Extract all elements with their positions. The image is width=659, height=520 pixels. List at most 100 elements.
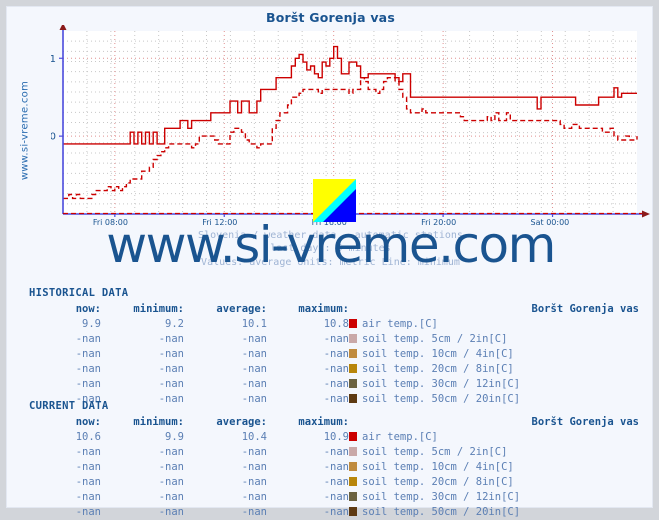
y-axis-arrow-icon (59, 25, 67, 30)
legend-swatch-icon (349, 319, 357, 328)
current-cell-minimum: -nan (158, 491, 184, 503)
historical-cell-now: -nan (75, 333, 101, 345)
historical-data-table: now: minimum: average: maximum: Boršt Gorenj… (29, 302, 639, 407)
legend-label: soil temp. 5cm / 2in[C] (362, 333, 508, 345)
historical-series-label: soil temp. 10cm / 4in[C] (349, 347, 639, 362)
current-cell-minimum: -nan (158, 476, 184, 488)
table-header-row: now: minimum: average: maximum: Boršt Gorenj… (29, 415, 639, 430)
current-cell-now: -nan (75, 461, 101, 473)
current-cell-maximum: -nan (323, 446, 349, 458)
table-row: -nan -nan -nan -nan soil temp. 5cm / 2in[C] (29, 332, 639, 347)
table-row: -nan -nan -nan -nan soil temp. 20cm / 8in[C] (29, 362, 639, 377)
legend-label: air temp.[C] (362, 431, 438, 443)
legend-swatch-icon (349, 507, 357, 516)
current-cell-average: -nan (241, 461, 267, 473)
historical-cell-maximum: 10.8 (323, 318, 349, 330)
current-cell-maximum: -nan (323, 461, 349, 473)
current-data-section: CURRENT DATA now: minimum: average: maximum… (29, 400, 639, 520)
chart-caption: Slovenia / weather data - automatic stat… (7, 229, 654, 269)
current-series-label: soil temp. 5cm / 2in[C] (349, 445, 639, 460)
current-cell-average: -nan (241, 476, 267, 488)
historical-cell-minimum: -nan (158, 378, 184, 390)
historical-section-title: HISTORICAL DATA (29, 287, 129, 299)
current-series-label: soil temp. 50cm / 20in[C] (349, 505, 639, 520)
legend-swatch-icon (349, 492, 357, 501)
legend-label: soil temp. 10cm / 4in[C] (362, 348, 514, 360)
historical-cell-minimum: 9.2 (165, 318, 184, 330)
current-series-label: soil temp. 10cm / 4in[C] (349, 460, 639, 475)
y-tick-label: 11 (51, 54, 56, 65)
current-series-label: soil temp. 30cm / 12in[C] (349, 490, 639, 505)
current-data-table: now: minimum: average: maximum: Boršt Gorenj… (29, 415, 639, 520)
table-row: -nan -nan -nan -nan soil temp. 10cm / 4in[C] (29, 347, 639, 362)
table-row: -nan -nan -nan -nan soil temp. 5cm / 2in[C] (29, 445, 639, 460)
x-tick-label: Fri 12:00 (202, 218, 238, 227)
si-vreme-logo (313, 179, 356, 222)
legend-label: soil temp. 20cm / 8in[C] (362, 363, 514, 375)
historical-cell-maximum: -nan (323, 333, 349, 345)
current-cell-maximum: 10.9 (323, 431, 349, 443)
legend-swatch-icon (349, 477, 357, 486)
historical-cell-average: -nan (241, 348, 267, 360)
historical-series-label: soil temp. 5cm / 2in[C] (349, 332, 639, 347)
table-row: 10.6 9.9 10.4 10.9 air temp.[C] (29, 430, 639, 445)
legend-swatch-icon (349, 334, 357, 343)
historical-col-header-4: Boršt Gorenja vas (531, 303, 639, 315)
legend-label: soil temp. 20cm / 8in[C] (362, 476, 514, 488)
legend-label: soil temp. 30cm / 12in[C] (362, 378, 521, 390)
caption-line-2: last day : 5 minutes (270, 243, 391, 255)
x-tick-label: Fri 08:00 (92, 218, 128, 227)
current-section-title: CURRENT DATA (29, 400, 109, 412)
current-col-header-0: now: (75, 416, 101, 428)
historical-cell-now: -nan (75, 363, 101, 375)
historical-data-section: HISTORICAL DATA now: minimum: average: maxi… (29, 287, 639, 407)
chart-page: Boršt Gorenja vas www.si-vreme.com 1011 … (6, 6, 654, 518)
site-watermark-vertical: www.si-vreme.com (19, 80, 31, 181)
page-title: Boršt Gorenja vas (266, 10, 395, 25)
legend-swatch-icon (349, 432, 357, 441)
current-col-header-2: average: (216, 416, 267, 428)
caption-line-3: Values: average Units: metric Line: mini… (201, 256, 460, 268)
historical-cell-maximum: -nan (323, 348, 349, 360)
historical-cell-now: -nan (75, 348, 101, 360)
legend-swatch-icon (349, 462, 357, 471)
current-cell-now: -nan (75, 491, 101, 503)
current-cell-minimum: -nan (158, 506, 184, 518)
historical-series-label: air temp.[C] (349, 317, 639, 332)
current-cell-minimum: -nan (158, 446, 184, 458)
legend-swatch-icon (349, 349, 357, 358)
legend-label: air temp.[C] (362, 318, 438, 330)
table-header-row: now: minimum: average: maximum: Boršt Gorenj… (29, 302, 639, 317)
historical-series-label: soil temp. 20cm / 8in[C] (349, 362, 639, 377)
legend-label: soil temp. 50cm / 20in[C] (362, 506, 521, 518)
historical-cell-average: -nan (241, 363, 267, 375)
legend-swatch-icon (349, 379, 357, 388)
current-cell-minimum: -nan (158, 461, 184, 473)
current-cell-now: 10.6 (75, 431, 101, 443)
x-axis-arrow-icon (642, 210, 650, 218)
historical-cell-average: -nan (241, 333, 267, 345)
table-row: -nan -nan -nan -nan soil temp. 50cm / 20in[C… (29, 505, 639, 520)
historical-col-header-1: minimum: (133, 303, 184, 315)
current-cell-average: -nan (241, 491, 267, 503)
historical-cell-minimum: -nan (158, 348, 184, 360)
historical-cell-maximum: -nan (323, 363, 349, 375)
historical-cell-average: -nan (241, 378, 267, 390)
historical-cell-minimum: -nan (158, 363, 184, 375)
x-tick-label: Fri 20:00 (421, 218, 457, 227)
historical-col-header-0: now: (75, 303, 101, 315)
legend-label: soil temp. 30cm / 12in[C] (362, 491, 521, 503)
historical-cell-now: 9.9 (82, 318, 101, 330)
current-cell-maximum: -nan (323, 491, 349, 503)
table-row: 9.9 9.2 10.1 10.8 air temp.[C] (29, 317, 639, 332)
historical-cell-maximum: -nan (323, 378, 349, 390)
current-cell-average: 10.4 (241, 431, 267, 443)
legend-label: soil temp. 5cm / 2in[C] (362, 446, 508, 458)
caption-line-1: Slovenia / weather data - automatic stat… (198, 230, 463, 241)
x-tick-label: Sat 00:00 (530, 218, 570, 227)
current-series-label: air temp.[C] (349, 430, 639, 445)
current-col-header-1: minimum: (133, 416, 184, 428)
table-row: -nan -nan -nan -nan soil temp. 20cm / 8in[C] (29, 475, 639, 490)
table-row: -nan -nan -nan -nan soil temp. 30cm / 12in[C… (29, 377, 639, 392)
y-tick-label: 10 (51, 132, 56, 143)
